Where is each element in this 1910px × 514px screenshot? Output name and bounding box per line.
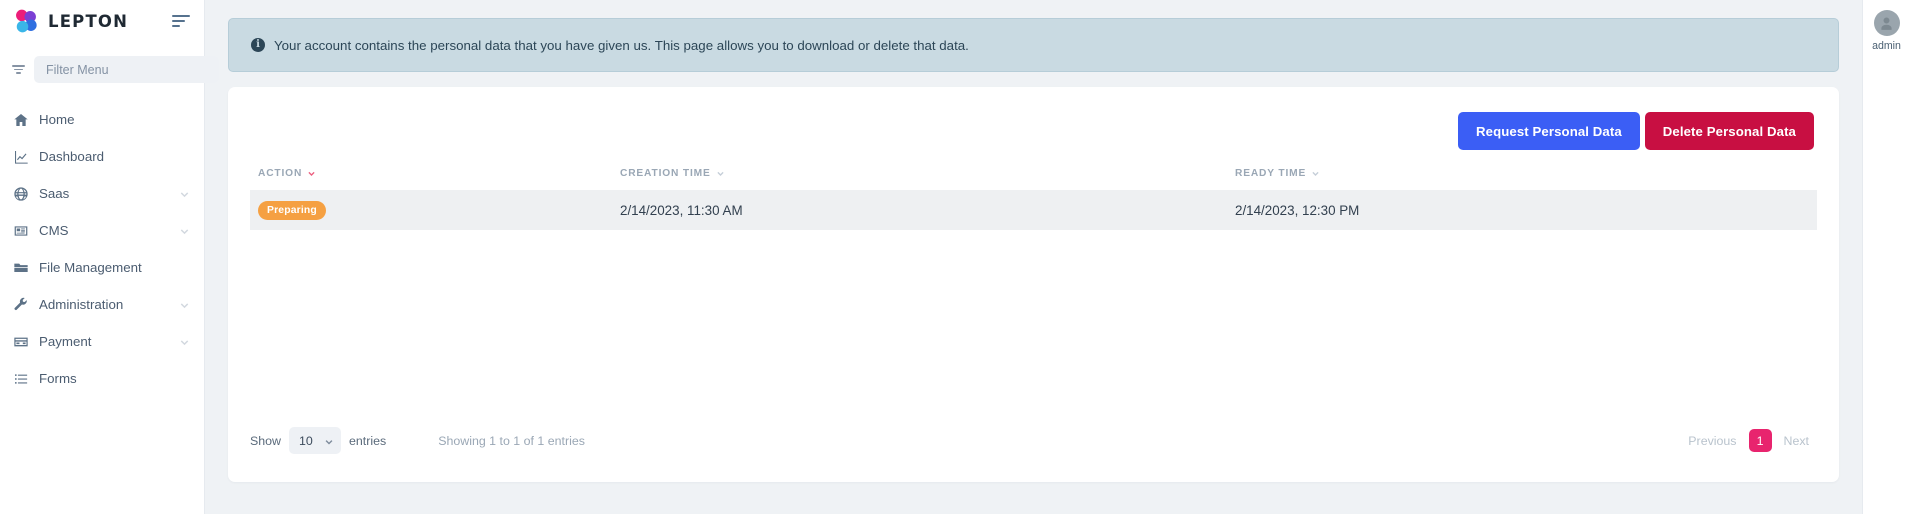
sidebar-item-label: Saas <box>39 186 169 201</box>
status-badge: Preparing <box>258 201 326 220</box>
article-icon <box>12 222 29 239</box>
cell-action: Preparing <box>250 190 620 230</box>
table-body: Preparing 2/14/2023, 11:30 AM 2/14/2023,… <box>250 190 1817 230</box>
sidebar-item-label: Forms <box>39 371 190 386</box>
action-button-row: Request Personal Data Delete Personal Da… <box>250 112 1817 150</box>
pagination: Previous 1 Next <box>1680 429 1817 452</box>
delete-personal-data-button[interactable]: Delete Personal Data <box>1645 112 1814 150</box>
sidebar-item-label: Dashboard <box>39 149 190 164</box>
user-name-label: admin <box>1872 40 1901 52</box>
chevron-down-icon[interactable] <box>179 336 190 347</box>
chevron-down-icon[interactable] <box>179 188 190 199</box>
sidebar-nav: Home Dashboard Saas <box>0 93 204 397</box>
table-footer: Show 102550100 entries Showing 1 to 1 of… <box>250 427 1817 454</box>
filter-menu-row <box>0 42 204 93</box>
sidebar: LEPTON Home Dashboard <box>0 0 205 514</box>
filter-icon[interactable] <box>10 64 26 76</box>
main-content: i Your account contains the personal dat… <box>205 0 1862 514</box>
folder-icon <box>12 259 29 276</box>
show-label: Show <box>250 434 281 448</box>
table-header-row: Action Creation Time <box>250 168 1817 190</box>
showing-entries-text: Showing 1 to 1 of 1 entries <box>438 434 585 448</box>
chevron-down-icon[interactable] <box>179 299 190 310</box>
table-row[interactable]: Preparing 2/14/2023, 11:30 AM 2/14/2023,… <box>250 190 1817 230</box>
sidebar-item-home[interactable]: Home <box>0 101 204 138</box>
sidebar-item-forms[interactable]: Forms <box>0 360 204 397</box>
right-panel: admin <box>1862 0 1910 514</box>
sidebar-item-label: Home <box>39 112 190 127</box>
brand-name: LEPTON <box>48 12 128 31</box>
chevron-down-icon[interactable] <box>179 225 190 236</box>
personal-data-table: Action Creation Time <box>250 168 1817 230</box>
request-personal-data-button[interactable]: Request Personal Data <box>1458 112 1640 150</box>
page-size-select-wrap: 102550100 <box>289 427 341 454</box>
sidebar-item-label: Administration <box>39 297 169 312</box>
entries-label: entries <box>349 434 386 448</box>
sort-chevron-icon[interactable] <box>307 169 316 178</box>
sidebar-item-saas[interactable]: Saas <box>0 175 204 212</box>
pagination-previous[interactable]: Previous <box>1680 434 1744 448</box>
brand-row: LEPTON <box>0 0 204 42</box>
app-root: LEPTON Home Dashboard <box>0 0 1910 514</box>
sidebar-item-file-management[interactable]: File Management <box>0 249 204 286</box>
table-head: Action Creation Time <box>250 168 1817 190</box>
page-size-group: Show 102550100 entries <box>250 427 386 454</box>
credit-card-icon <box>12 333 29 350</box>
sidebar-item-administration[interactable]: Administration <box>0 286 204 323</box>
pagination-page-1[interactable]: 1 <box>1749 429 1772 452</box>
user-avatar-icon[interactable] <box>1874 10 1900 36</box>
cell-creation-time: 2/14/2023, 11:30 AM <box>620 190 1235 230</box>
sidebar-item-label: Payment <box>39 334 169 349</box>
cell-ready-time: 2/14/2023, 12:30 PM <box>1235 190 1817 230</box>
page-size-select[interactable]: 102550100 <box>289 427 341 454</box>
sidebar-item-label: File Management <box>39 260 190 275</box>
sidebar-item-dashboard[interactable]: Dashboard <box>0 138 204 175</box>
collapse-menu-icon[interactable] <box>172 14 190 28</box>
home-icon <box>12 111 29 128</box>
sidebar-item-label: CMS <box>39 223 169 238</box>
list-icon <box>12 370 29 387</box>
column-header-ready-time[interactable]: Ready Time <box>1235 168 1817 190</box>
sidebar-item-payment[interactable]: Payment <box>0 323 204 360</box>
wrench-icon <box>12 296 29 313</box>
column-header-creation-time[interactable]: Creation Time <box>620 168 1235 190</box>
column-header-label: Action <box>258 168 302 179</box>
sort-chevron-icon[interactable] <box>716 169 725 178</box>
sidebar-item-cms[interactable]: CMS <box>0 212 204 249</box>
chart-icon <box>12 148 29 165</box>
pagination-next[interactable]: Next <box>1776 434 1817 448</box>
column-header-label: Ready Time <box>1235 168 1306 179</box>
sort-chevron-icon[interactable] <box>1311 169 1320 178</box>
lepton-logo-icon <box>12 7 40 35</box>
personal-data-card: Request Personal Data Delete Personal Da… <box>228 87 1839 482</box>
info-icon: i <box>251 38 265 52</box>
alert-text: Your account contains the personal data … <box>274 38 969 53</box>
column-header-label: Creation Time <box>620 168 711 179</box>
filter-menu-input[interactable] <box>34 56 219 83</box>
column-header-action[interactable]: Action <box>250 168 620 190</box>
globe-icon <box>12 185 29 202</box>
personal-data-info-alert: i Your account contains the personal dat… <box>228 18 1839 72</box>
